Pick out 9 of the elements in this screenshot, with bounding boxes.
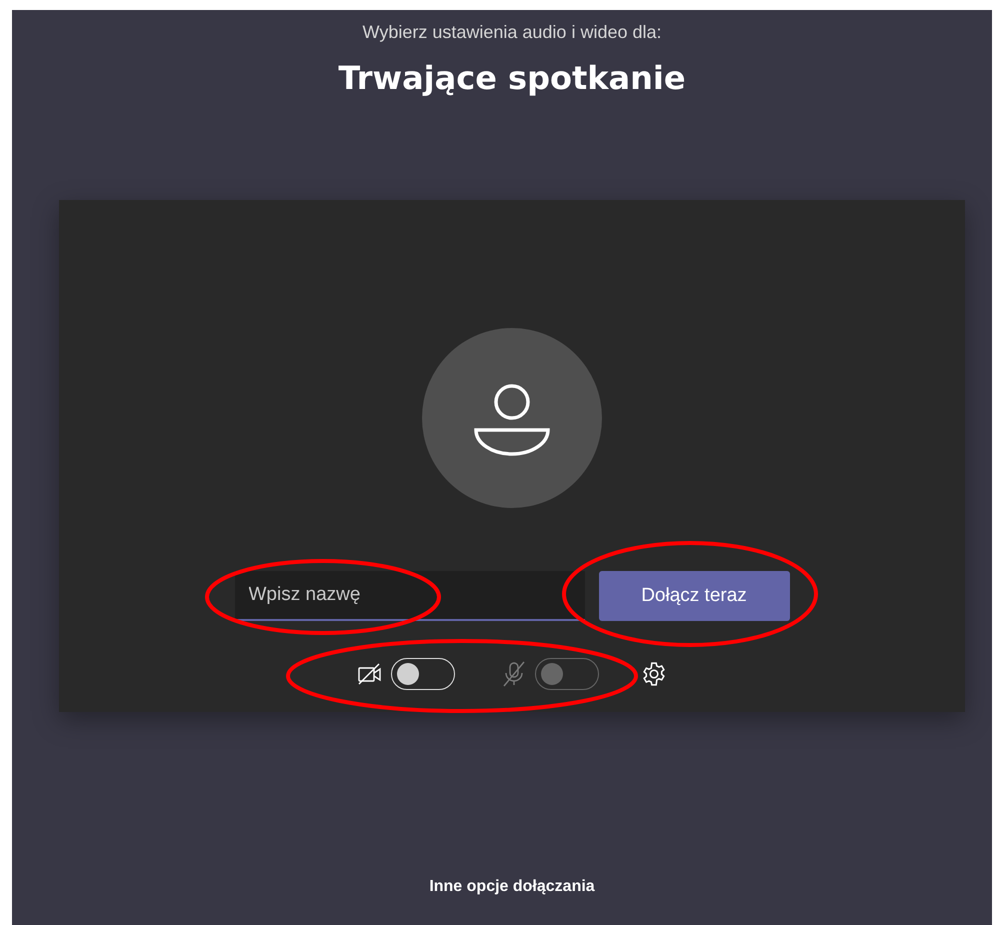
settings-icon[interactable] — [641, 661, 667, 687]
camera-off-icon — [357, 663, 383, 685]
subtitle: Wybierz ustawienia audio i wideo dla: — [362, 22, 662, 43]
other-join-options-link[interactable]: Inne opcje dołączania — [423, 877, 601, 897]
meeting-title: Trwające spotkanie — [338, 59, 686, 97]
join-now-button[interactable]: Dołącz teraz — [598, 571, 790, 621]
name-input-field[interactable]: Wpisz nazwę — [234, 571, 584, 621]
avatar-icon — [422, 328, 602, 508]
microphone-off-icon — [501, 661, 527, 687]
